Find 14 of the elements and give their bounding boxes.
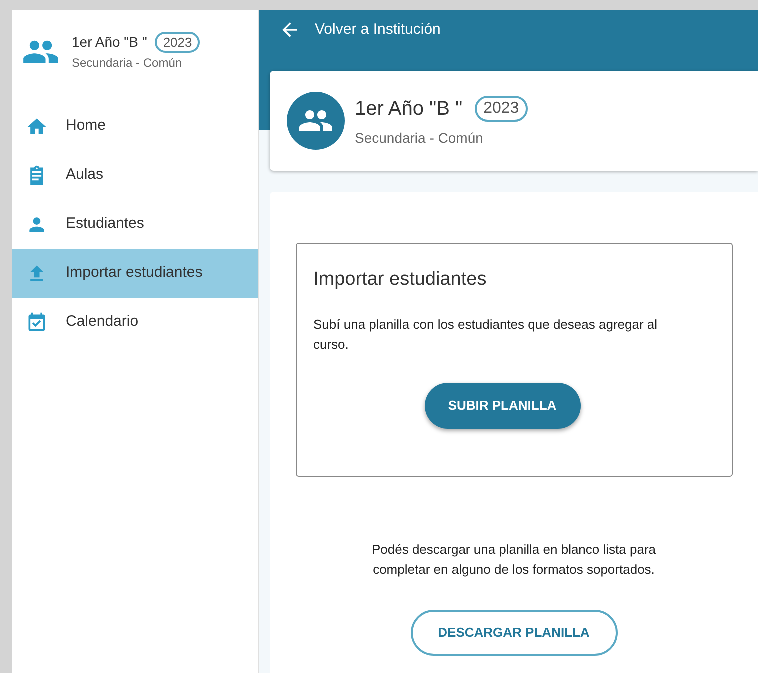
year-badge: 2023 — [474, 96, 528, 122]
course-subtitle: Secundaria - Común — [72, 55, 184, 72]
nav-item[interactable]: Importar estudiantes — [12, 249, 258, 298]
course-title: 1er Año "B " — [355, 96, 463, 122]
year-badge: 2023 — [155, 32, 200, 53]
card-title: Importar estudiantes — [314, 268, 487, 292]
course-title: 1er Año "B " — [72, 33, 148, 52]
download-button[interactable]: DESCARGAR PLANILLA — [410, 610, 618, 656]
card-description: Subí una planilla con los estudiantes que deseas agregar al curso. — [314, 316, 659, 354]
back-link[interactable]: Volver a Institución — [259, 10, 449, 50]
upload-button[interactable]: SUBIR PLANILLA — [424, 382, 580, 428]
calendar-icon — [26, 312, 48, 334]
course-subtitle: Secundaria - Común — [355, 128, 484, 148]
download-hint: Podés descargar una planilla en blanco lista para completar en alguno de los formatos soportados. — [370, 541, 658, 579]
